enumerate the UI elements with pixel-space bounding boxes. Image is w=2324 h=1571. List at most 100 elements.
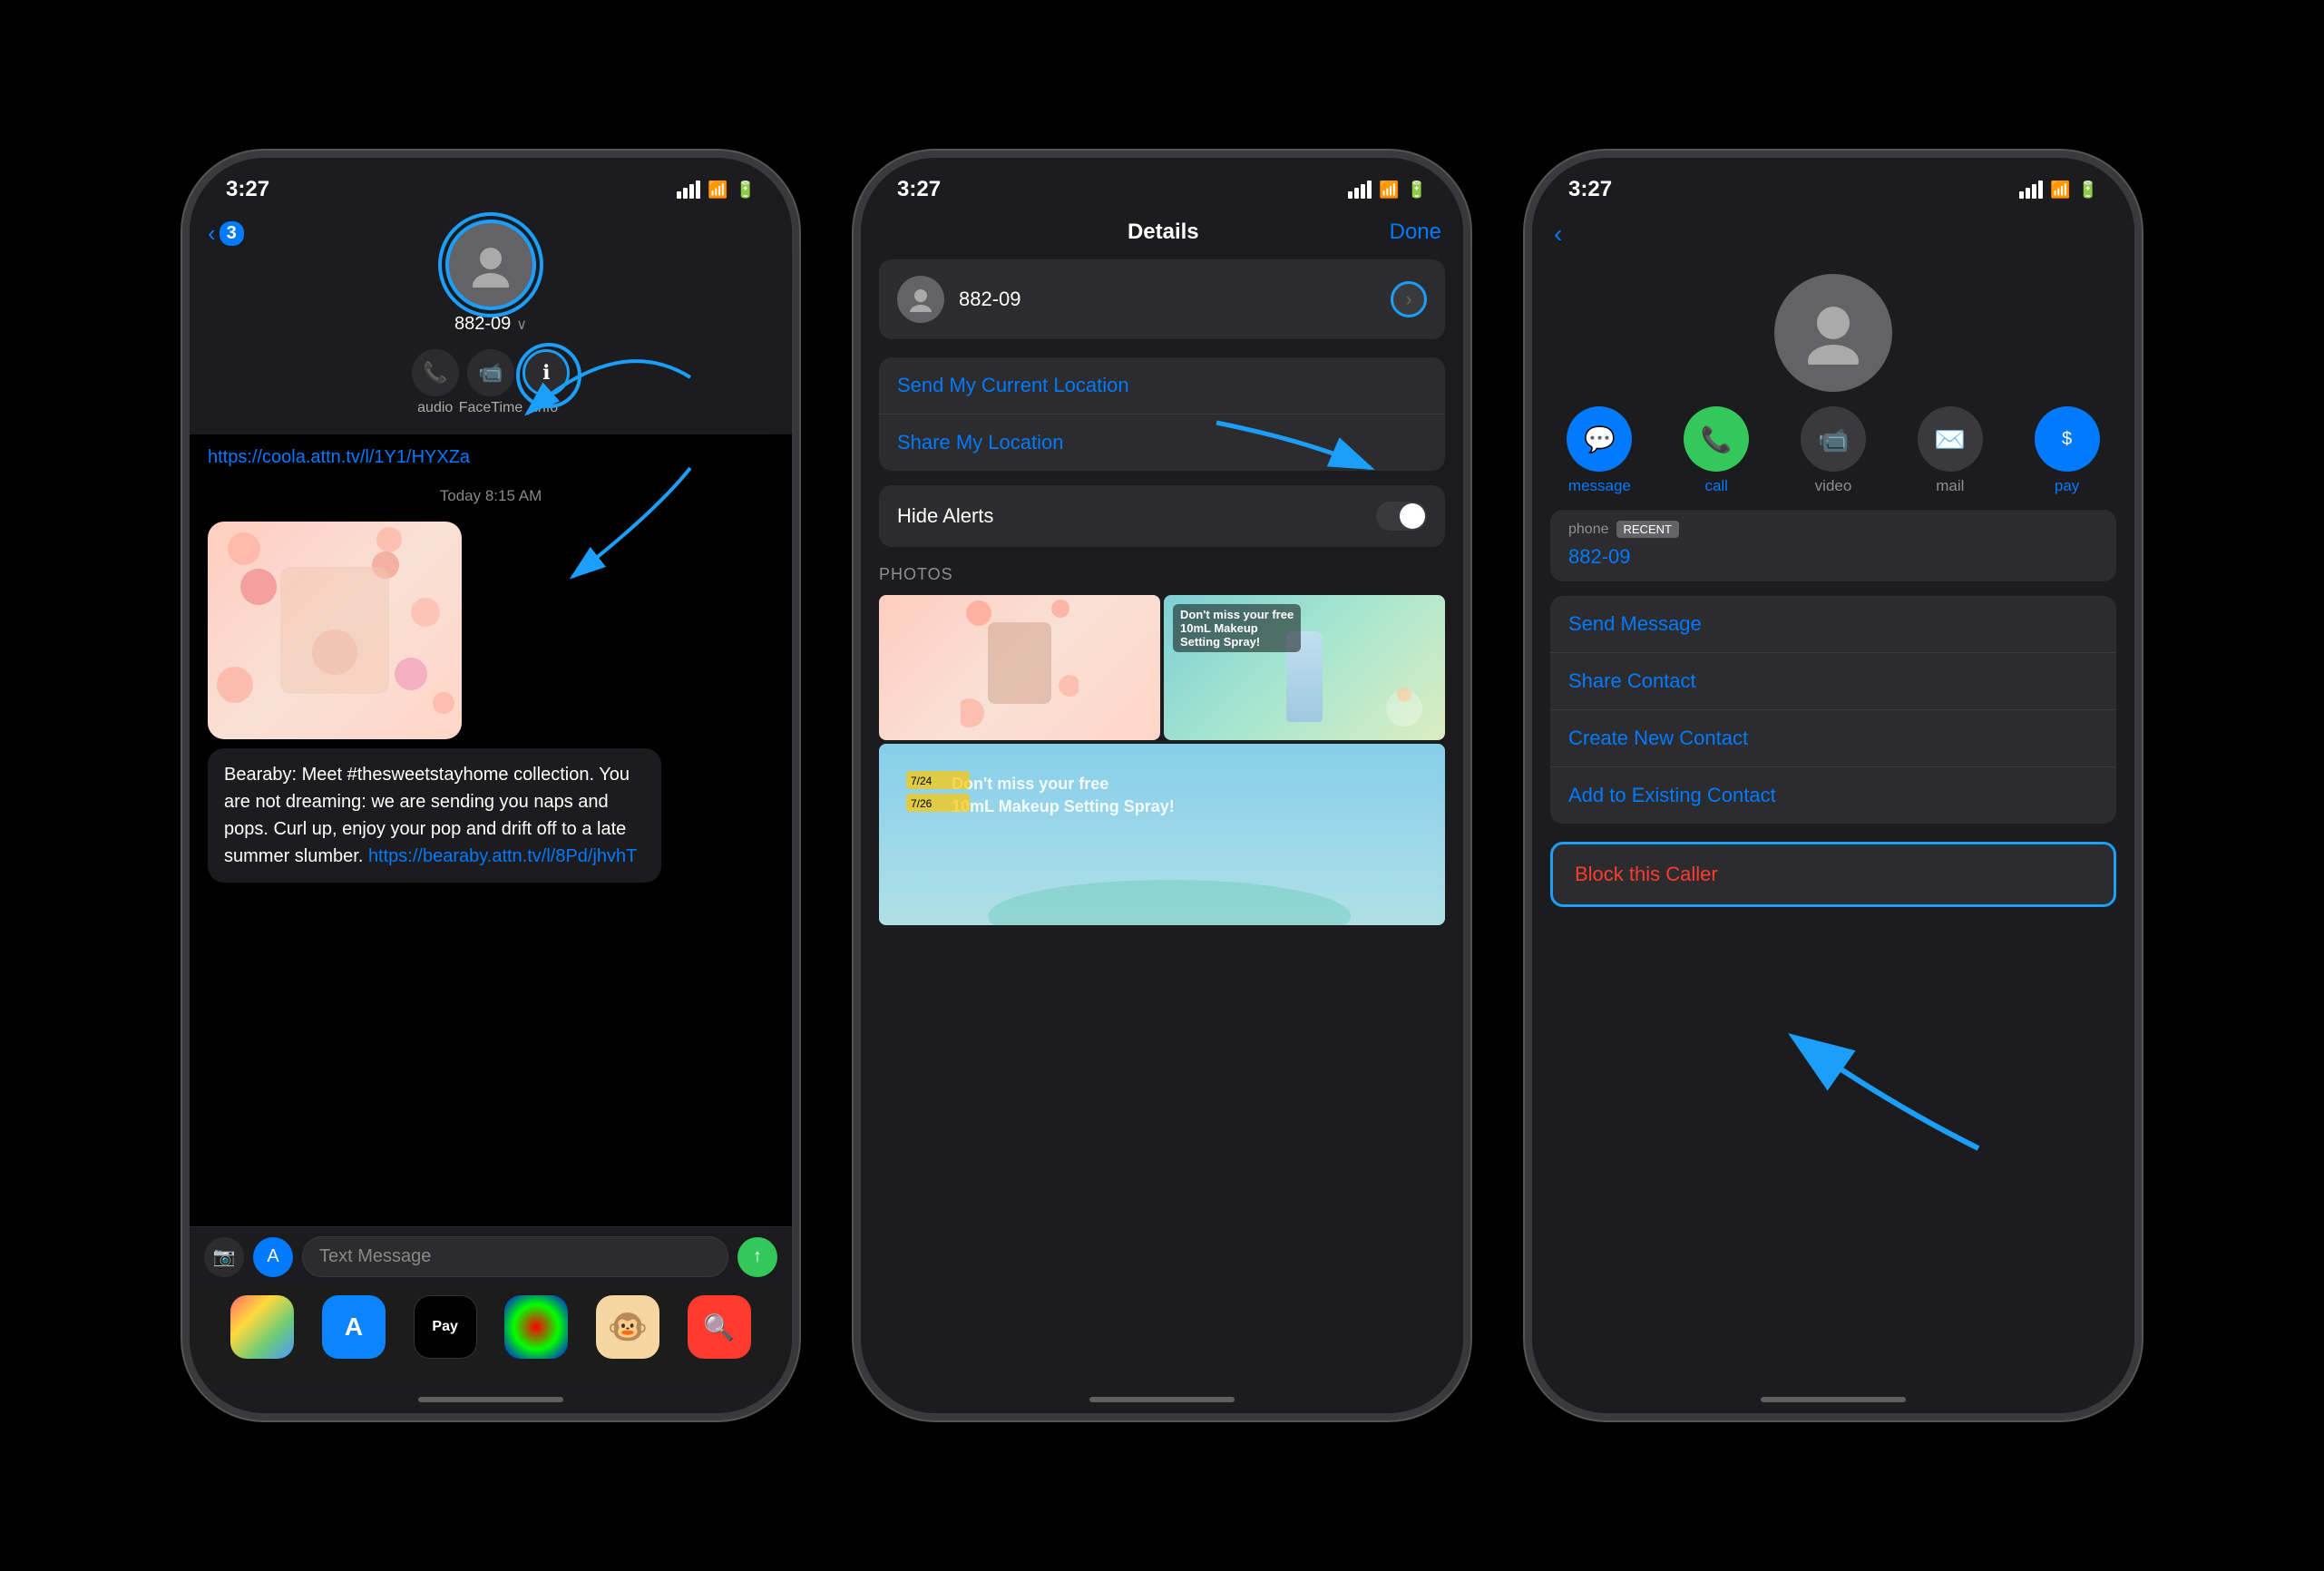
phone3-home-indicator [1532, 1386, 2134, 1413]
phone3-home-bar [1761, 1397, 1906, 1402]
details-chevron-icon[interactable]: › [1391, 281, 1427, 317]
audio-button[interactable]: 📞 audio [412, 349, 459, 416]
photo-pattern [208, 522, 462, 739]
video-action-btn[interactable]: 📹 video [1784, 406, 1883, 495]
screen-time-icon[interactable] [504, 1295, 568, 1359]
details-location-section: Send My Current Location Share My Locati… [879, 357, 1445, 471]
message-btn-icon: 💬 [1567, 406, 1632, 472]
call-btn-icon: 📞 [1684, 406, 1749, 472]
svg-text:7/26: 7/26 [911, 797, 933, 810]
message-actions: 📞 audio 📹 FaceTime ℹ info [385, 342, 598, 424]
app-store-button[interactable]: A [253, 1237, 293, 1277]
phone2-wifi-icon: 📶 [1379, 181, 1399, 200]
photo-thumb-1[interactable] [879, 595, 1160, 740]
phone3-wrapper: 3:27 📶 🔋 ‹ [1525, 151, 2142, 1420]
home-bar [418, 1397, 563, 1402]
photo-promo-text: Don't miss your free10mL MakeupSetting S… [1173, 604, 1301, 652]
photo-img-1 [879, 595, 1160, 740]
done-button[interactable]: Done [1390, 220, 1441, 245]
phone2-status-bar: 3:27 📶 🔋 [861, 158, 1463, 212]
send-button[interactable]: ↑ [737, 1237, 777, 1277]
phone3-wifi-icon: 📶 [2050, 181, 2070, 200]
block-caller-section: Block this Caller [1550, 842, 2116, 907]
audio-label: audio [417, 400, 453, 416]
photo-thumb-2[interactable]: Don't miss your free10mL MakeupSetting S… [1164, 595, 1445, 740]
phone2-battery-icon: 🔋 [1407, 181, 1427, 200]
details-contact-row[interactable]: 882-09 › [879, 259, 1445, 339]
phone1: 3:27 📶 🔋 ‹ [182, 151, 799, 1420]
photo-decoration-3: Don't miss your free 10mL Makeup Setting… [879, 744, 1445, 925]
message-timestamp: Today 8:15 AM [208, 487, 774, 505]
mail-btn-label: mail [1936, 477, 1964, 495]
contact-action-buttons: 💬 message 📞 call 📹 video ✉️ mail [1532, 406, 2134, 510]
svg-text:10mL Makeup Setting Spray!: 10mL Makeup Setting Spray! [952, 797, 1175, 815]
wifi-icon: 📶 [708, 181, 727, 200]
message-action-btn[interactable]: 💬 message [1550, 406, 1649, 495]
add-to-existing-contact-row[interactable]: Add to Existing Contact [1550, 767, 2116, 824]
message-text-input[interactable]: Text Message [302, 1236, 728, 1277]
contact-phone-number[interactable]: 882-09 [1550, 542, 2116, 581]
phone2: 3:27 📶 🔋 Details [854, 151, 1470, 1420]
message-link[interactable]: https://bearaby.attn.tv/l/8Pd/jhvhT [368, 846, 637, 866]
chevron-down-icon: ∨ [516, 316, 527, 334]
send-message-row[interactable]: Send Message [1550, 596, 2116, 653]
message-bubble: Bearaby: Meet #thesweetstayhome collecti… [208, 748, 661, 883]
message-btn-label: message [1568, 477, 1631, 495]
phone2-home-indicator [861, 1386, 1463, 1413]
photo-img-3: Don't miss your free 10mL Makeup Setting… [879, 744, 1445, 925]
share-contact-row[interactable]: Share Contact [1550, 653, 2116, 710]
phone2-home-bar [1089, 1397, 1235, 1402]
phone2-signal [1348, 181, 1372, 199]
pay-action-btn[interactable]: $ pay [2017, 406, 2116, 495]
signal-bars [677, 181, 700, 199]
camera-button[interactable]: 📷 [204, 1237, 244, 1277]
pay-btn-label: pay [2055, 477, 2079, 495]
create-new-contact-row[interactable]: Create New Contact [1550, 710, 2116, 767]
back-arrow-button[interactable]: ‹ [1554, 220, 1562, 249]
photo-decoration-1 [961, 595, 1079, 740]
svg-text:Don't miss your free: Don't miss your free [952, 775, 1108, 793]
search-icon[interactable]: 🔍 [688, 1295, 751, 1359]
photo-thumb-3[interactable]: Don't miss your free 10mL Makeup Setting… [879, 744, 1445, 925]
back-button[interactable]: ‹ 3 [208, 220, 244, 248]
mail-action-btn[interactable]: ✉️ mail [1900, 406, 1999, 495]
contact-person-large-icon [1802, 301, 1865, 365]
contact-info-section: phone RECENT 882-09 [1550, 510, 2116, 581]
messages-body: https://coola.attn.tv/l/1Y1/HYXZa Today … [190, 434, 792, 1226]
phone1-screen: 3:27 📶 🔋 ‹ [190, 158, 792, 1413]
photo-img-2: Don't miss your free10mL MakeupSetting S… [1164, 595, 1445, 740]
phone3-signal [2019, 181, 2043, 199]
hide-alerts-section: Hide Alerts [879, 485, 1445, 547]
photos-app-icon[interactable] [230, 1295, 294, 1359]
info-button[interactable]: ℹ info [522, 349, 570, 416]
phone3-battery-icon: 🔋 [2078, 181, 2098, 200]
share-location-button[interactable]: Share My Location [879, 415, 1445, 471]
message-link1[interactable]: https://coola.attn.tv/l/1Y1/HYXZa [208, 444, 774, 471]
hide-alerts-toggle[interactable] [1376, 502, 1427, 531]
hide-alerts-label: Hide Alerts [897, 504, 993, 528]
app-dock: A Pay 🐵 🔍 [190, 1286, 792, 1386]
avatar-circle-wrapper [445, 220, 536, 310]
applepay-icon[interactable]: Pay [414, 1295, 477, 1359]
phone3-time: 3:27 [1568, 177, 1612, 202]
block-caller-button[interactable]: Block this Caller [1550, 842, 2116, 907]
details-contact-name: 882-09 [959, 288, 1376, 311]
recent-badge: RECENT [1616, 521, 1679, 538]
contact-detail-avatar-section [1532, 256, 2134, 406]
video-btn-icon: 📹 [1801, 406, 1866, 472]
phone3: 3:27 📶 🔋 ‹ [1525, 151, 2142, 1420]
call-action-btn[interactable]: 📞 call [1667, 406, 1766, 495]
contact-info-card: phone RECENT 882-09 [1550, 510, 2116, 581]
phone3-screen: 3:27 📶 🔋 ‹ [1532, 158, 2134, 1413]
send-location-button[interactable]: Send My Current Location [879, 357, 1445, 415]
appstore-icon[interactable]: A [322, 1295, 386, 1359]
audio-icon: 📞 [412, 349, 459, 396]
phone1-time: 3:27 [226, 177, 269, 202]
memoji-icon[interactable]: 🐵 [596, 1295, 659, 1359]
contact-person-icon [908, 287, 933, 312]
contact-avatar-container: 882-09 ∨ [445, 220, 536, 335]
facetime-button[interactable]: 📹 FaceTime [459, 349, 523, 416]
details-contact-avatar [897, 276, 944, 323]
contact-avatar[interactable] [445, 220, 536, 310]
battery-icon: 🔋 [736, 181, 756, 200]
